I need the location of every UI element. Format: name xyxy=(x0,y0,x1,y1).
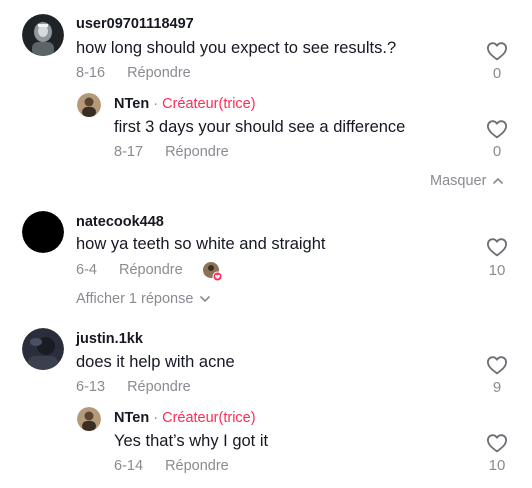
like-count: 9 xyxy=(492,379,502,396)
reply-username[interactable]: NTen xyxy=(114,96,149,112)
reply-header: NTen · Créateur(trice) xyxy=(114,96,256,112)
reply-button[interactable]: Répondre xyxy=(127,65,191,81)
comment-meta: 8-16 Répondre xyxy=(76,65,191,81)
reply-date: 8-17 xyxy=(114,144,144,160)
comment-meta: 6-4 Répondre xyxy=(76,262,183,278)
reply-button[interactable]: Répondre xyxy=(127,379,191,395)
comment-text: how long should you expect to see result… xyxy=(76,39,397,57)
reply-meta: 6-14 Répondre xyxy=(114,458,229,474)
like-count: 0 xyxy=(492,143,502,160)
reply-text: Yes that’s why I got it xyxy=(114,432,269,450)
like-count: 10 xyxy=(488,262,506,279)
reply-button[interactable]: Répondre xyxy=(119,262,183,278)
heart-icon[interactable] xyxy=(486,41,508,61)
reply-date: 6-14 xyxy=(114,458,144,474)
heart-icon[interactable] xyxy=(486,237,508,257)
hide-replies-button[interactable]: Masquer xyxy=(430,173,504,189)
creator-badge: Créateur(trice) xyxy=(162,410,256,426)
creator-liked-badge xyxy=(202,261,223,282)
chevron-up-icon xyxy=(493,178,504,185)
reply-meta: 8-17 Répondre xyxy=(114,144,229,160)
separator: · xyxy=(153,96,159,112)
creator-avatar[interactable] xyxy=(77,93,101,117)
comment-text: how ya teeth so white and straight xyxy=(76,235,326,253)
show-replies-button[interactable]: Afficher 1 réponse xyxy=(76,291,211,307)
comment-meta: 6-13 Répondre xyxy=(76,379,191,395)
reply-button[interactable]: Répondre xyxy=(165,458,229,474)
like-count: 10 xyxy=(488,457,506,474)
reply-username[interactable]: NTen xyxy=(114,410,149,426)
user-avatar[interactable] xyxy=(22,14,64,56)
user-avatar[interactable] xyxy=(22,211,64,253)
comment-date: 6-13 xyxy=(76,379,106,395)
chevron-down-icon xyxy=(200,296,211,303)
heart-icon[interactable] xyxy=(486,355,508,375)
comment-username[interactable]: user09701118497 xyxy=(76,16,194,32)
creator-avatar[interactable] xyxy=(77,407,101,431)
comment-text: does it help with acne xyxy=(76,353,235,371)
user-avatar[interactable] xyxy=(22,328,64,370)
hide-replies-label: Masquer xyxy=(430,173,487,189)
heart-icon[interactable] xyxy=(486,119,508,139)
comment-username[interactable]: justin.1kk xyxy=(76,331,143,347)
separator: · xyxy=(153,410,159,426)
reply-text: first 3 days your should see a differenc… xyxy=(114,118,406,136)
reply-button[interactable]: Répondre xyxy=(165,144,229,160)
show-replies-label: Afficher 1 réponse xyxy=(76,291,194,307)
reply-header: NTen · Créateur(trice) xyxy=(114,410,256,426)
creator-badge: Créateur(trice) xyxy=(162,96,256,112)
comment-date: 8-16 xyxy=(76,65,106,81)
comment-username[interactable]: natecook448 xyxy=(76,214,164,230)
like-count: 0 xyxy=(492,65,502,82)
comment-date: 6-4 xyxy=(76,262,97,278)
heart-icon[interactable] xyxy=(486,433,508,453)
